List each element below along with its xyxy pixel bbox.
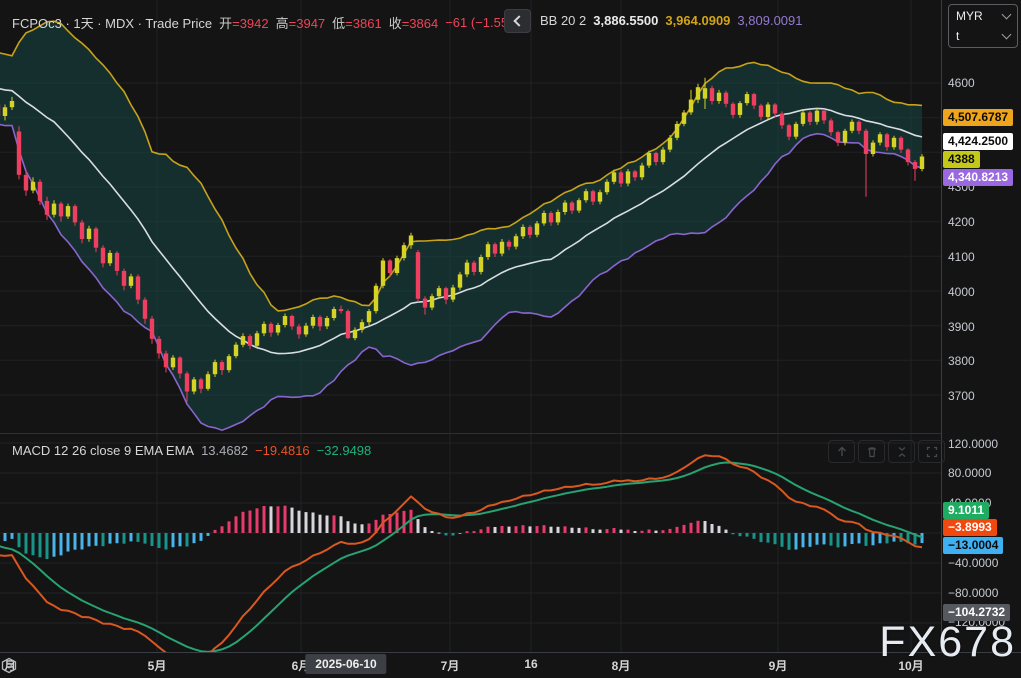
time-label: 7月 [441, 657, 460, 674]
currency-selector[interactable]: MYR [956, 9, 1010, 23]
bb-lower-value: 3,809.0091 [737, 13, 802, 28]
bb-legend: BB 20 2 3,886.5500 3,964.0909 3,809.0091 [540, 13, 803, 28]
currency-value: MYR [956, 9, 983, 23]
maximize-pane-button[interactable] [918, 440, 945, 463]
legend-back-button[interactable] [504, 9, 531, 33]
bb-basis-badge: 4,424.2500 [943, 133, 1013, 150]
macd-legend: MACD 12 26 close 9 EMA EMA 13.4682 −19.4… [12, 443, 371, 458]
macd-pane[interactable] [0, 433, 941, 652]
last-price-badge: 4388 [943, 151, 980, 168]
scale-tick: 4000 [948, 285, 975, 299]
scale-tick: 3700 [948, 389, 975, 403]
scale-tick: −40.0000 [948, 556, 998, 570]
time-scale[interactable]: 2025-06-10 月5月6月7月168月9月10月 [0, 653, 1021, 678]
main-chart-pane[interactable] [0, 0, 941, 433]
ohlc-open: 开=3942 [219, 13, 269, 32]
macd-title[interactable]: MACD 12 26 close 9 EMA EMA [12, 443, 194, 458]
ohlc-high: 高=3947 [276, 13, 326, 32]
scale-tick: 4200 [948, 215, 975, 229]
macd-pane-toolbar [828, 440, 945, 463]
chart-window: FCPOc3 · 1天 · MDX · Trade Price 开=3942 高… [0, 0, 1021, 678]
macd-histogram [0, 506, 924, 559]
bb-title[interactable]: BB 20 2 [540, 13, 586, 28]
macd-gridlines [0, 433, 941, 652]
scale-tick: 4100 [948, 250, 975, 264]
unit-selector[interactable]: t [956, 29, 1010, 43]
bb-lower-badge: 4,340.8213 [943, 169, 1013, 186]
chevron-down-icon [1002, 30, 1012, 40]
ohlc-low: 低=3861 [332, 13, 382, 32]
scale-unit-box: MYR t [948, 4, 1018, 48]
chevron-left-icon [513, 15, 524, 26]
scale-tick: 3900 [948, 320, 975, 334]
macd-signal-value: −32.9498 [317, 443, 372, 458]
macd-signal-badge: 9.1011 [943, 502, 989, 519]
time-label: 9月 [769, 657, 788, 674]
scale-tick: 80.0000 [948, 466, 991, 480]
pane-separator[interactable] [0, 433, 1021, 434]
bb-upper-badge: 4,507.6787 [943, 109, 1013, 126]
time-label: 16 [524, 657, 537, 671]
fx678-watermark: FX678 [879, 618, 1016, 667]
scale-settings-icon[interactable] [0, 657, 18, 674]
unit-value: t [956, 29, 959, 43]
time-label: 5月 [148, 657, 167, 674]
delete-pane-button[interactable] [858, 440, 885, 463]
scale-tick: 3800 [948, 354, 975, 368]
price-axis-border [941, 0, 942, 652]
move-pane-up-button[interactable] [828, 440, 855, 463]
scale-tick: −80.0000 [948, 586, 998, 600]
price-scale[interactable]: 46004300420041004000390038003700120.0000… [941, 0, 1021, 652]
crosshair-date-badge: 2025-06-10 [305, 654, 386, 674]
scale-tick: 4600 [948, 76, 975, 90]
chevron-down-icon [1002, 10, 1012, 20]
macd-hist-value: 13.4682 [201, 443, 248, 458]
symbol-title[interactable]: FCPOc3 · 1天 · MDX · Trade Price [12, 13, 212, 32]
macd-hist-badge: −13.0004 [943, 537, 1003, 554]
symbol-legend: FCPOc3 · 1天 · MDX · Trade Price 开=3942 高… [12, 13, 524, 32]
macd-line-badge: −3.8993 [943, 519, 997, 536]
scale-tick: 120.0000 [948, 437, 998, 451]
bb-upper-value: 3,964.0909 [665, 13, 730, 28]
time-label: 8月 [612, 657, 631, 674]
bb-basis-value: 3,886.5500 [593, 13, 658, 28]
collapse-pane-button[interactable] [888, 440, 915, 463]
macd-line-value: −19.4816 [255, 443, 310, 458]
ohlc-close: 收=3864 [389, 13, 439, 32]
